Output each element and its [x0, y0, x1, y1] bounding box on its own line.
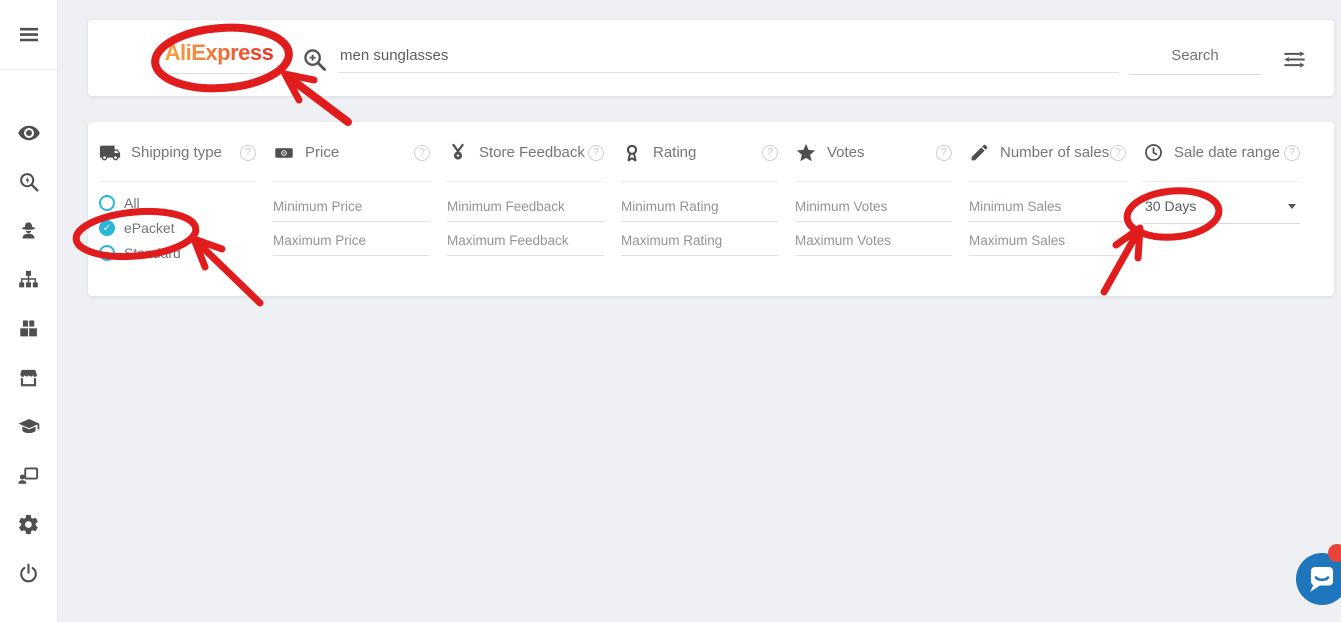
gear-icon — [17, 513, 40, 536]
pencil-icon — [969, 142, 990, 163]
radio-icon — [99, 195, 115, 211]
search-input[interactable] — [338, 44, 1119, 73]
aliexpress-logo[interactable]: AliExpress — [152, 40, 286, 74]
clock-icon — [1143, 142, 1164, 163]
filter-column-number-of-sales: Number of sales — [969, 141, 1126, 270]
eye-icon — [17, 121, 41, 145]
help-icon[interactable] — [936, 145, 952, 161]
filter-column-price: Price — [273, 141, 430, 270]
sidebar-item-products products-icon[interactable] — [0, 304, 58, 353]
radio-label: ePacket — [124, 220, 175, 236]
maximum-votes-input[interactable] — [795, 229, 952, 256]
radio-shipping-epacket[interactable]: ePacket — [99, 220, 256, 236]
help-icon[interactable] — [762, 145, 778, 161]
filter-column-store-feedback: Store Feedback — [447, 141, 604, 270]
divider — [99, 181, 256, 182]
medal-icon — [447, 142, 469, 164]
maximum-feedback-input[interactable] — [447, 229, 604, 256]
filter-title: Shipping type — [131, 144, 240, 161]
minimum-votes-input[interactable] — [795, 195, 952, 222]
radio-shipping-all[interactable]: All — [99, 195, 256, 211]
help-icon[interactable] — [240, 145, 256, 161]
store-icon — [17, 366, 40, 389]
maximum-rating-input[interactable] — [621, 229, 778, 256]
divider — [969, 181, 1126, 182]
filter-column-votes: Votes — [795, 141, 952, 270]
radio-label: Standard — [124, 245, 181, 261]
sliders-icon filter-settings-icon[interactable] — [1281, 46, 1308, 73]
filter-column-shipping-type: Shipping type All ePacket Standard — [99, 141, 256, 270]
sidebar-item-settings settings-icon gear-icon[interactable] — [0, 500, 58, 549]
sidebar-item-store store-icon[interactable] — [0, 353, 58, 402]
filter-panel: Shipping type All ePacket Standard Price — [88, 122, 1334, 296]
filter-title: Price — [305, 144, 414, 161]
notification-badge — [1328, 544, 1341, 562]
maximum-sales-input[interactable] — [969, 229, 1126, 256]
truck-icon — [99, 142, 121, 164]
minimum-sales-input[interactable] — [969, 195, 1126, 222]
power-icon — [17, 562, 40, 585]
sale-date-range-select[interactable]: 30 Days — [1143, 195, 1300, 224]
minimum-feedback-input[interactable] — [447, 195, 604, 222]
help-icon[interactable] — [1284, 145, 1300, 161]
search-card: AliExpress Search — [88, 20, 1334, 96]
zoom-in-icon — [302, 47, 328, 73]
sidebar-item-spy spy-icon[interactable] — [0, 206, 58, 255]
filter-title: Votes — [827, 144, 936, 161]
award-icon — [621, 142, 643, 164]
help-icon[interactable] — [588, 145, 604, 161]
spy-icon — [17, 219, 40, 242]
radio-icon — [99, 245, 115, 261]
products-icon — [17, 317, 40, 340]
sitemap-icon — [17, 268, 40, 291]
search-analytics-icon — [18, 171, 40, 193]
help-icon[interactable] — [414, 145, 430, 161]
star-icon — [795, 142, 817, 164]
sidebar-item-view eye-icon[interactable] — [0, 108, 58, 157]
radio-label: All — [124, 195, 140, 211]
selected-value: 30 Days — [1145, 198, 1196, 214]
filter-title: Rating — [653, 144, 762, 161]
sidebar-item-training training-icon[interactable] — [0, 451, 58, 500]
divider — [273, 181, 430, 182]
minimum-rating-input[interactable] — [621, 195, 778, 222]
menu-icon[interactable] — [0, 23, 57, 47]
sidebar-item-logout power-icon[interactable] — [0, 549, 58, 598]
minimum-price-input[interactable] — [273, 195, 430, 222]
search-button[interactable]: Search — [1129, 47, 1261, 75]
sidebar-item-research search-analytics-icon[interactable] — [0, 157, 58, 206]
radio-checked-icon — [99, 220, 115, 236]
filter-title: Number of sales — [1000, 144, 1110, 161]
radio-shipping-standard[interactable]: Standard — [99, 245, 256, 261]
help-icon[interactable] — [1110, 145, 1126, 161]
academy-icon — [17, 415, 41, 439]
divider — [447, 181, 604, 182]
filter-title: Sale date range — [1174, 144, 1284, 161]
filter-column-rating: Rating — [621, 141, 778, 270]
maximum-price-input[interactable] — [273, 229, 430, 256]
training-icon — [17, 464, 40, 487]
dropdown-arrow-icon — [1288, 204, 1296, 209]
divider — [795, 181, 952, 182]
sidebar — [0, 0, 58, 622]
aliexpress-logo-text: AliExpress — [165, 40, 274, 65]
filter-title: Store Feedback — [479, 144, 588, 161]
divider — [621, 181, 778, 182]
sidebar-item-sitemap sitemap-icon[interactable] — [0, 255, 58, 304]
filter-column-sale-date-range: Sale date range 30 Days — [1143, 141, 1300, 270]
sidebar-item-academy academy-icon[interactable] — [0, 402, 58, 451]
money-icon — [273, 142, 295, 164]
divider — [1143, 181, 1300, 182]
